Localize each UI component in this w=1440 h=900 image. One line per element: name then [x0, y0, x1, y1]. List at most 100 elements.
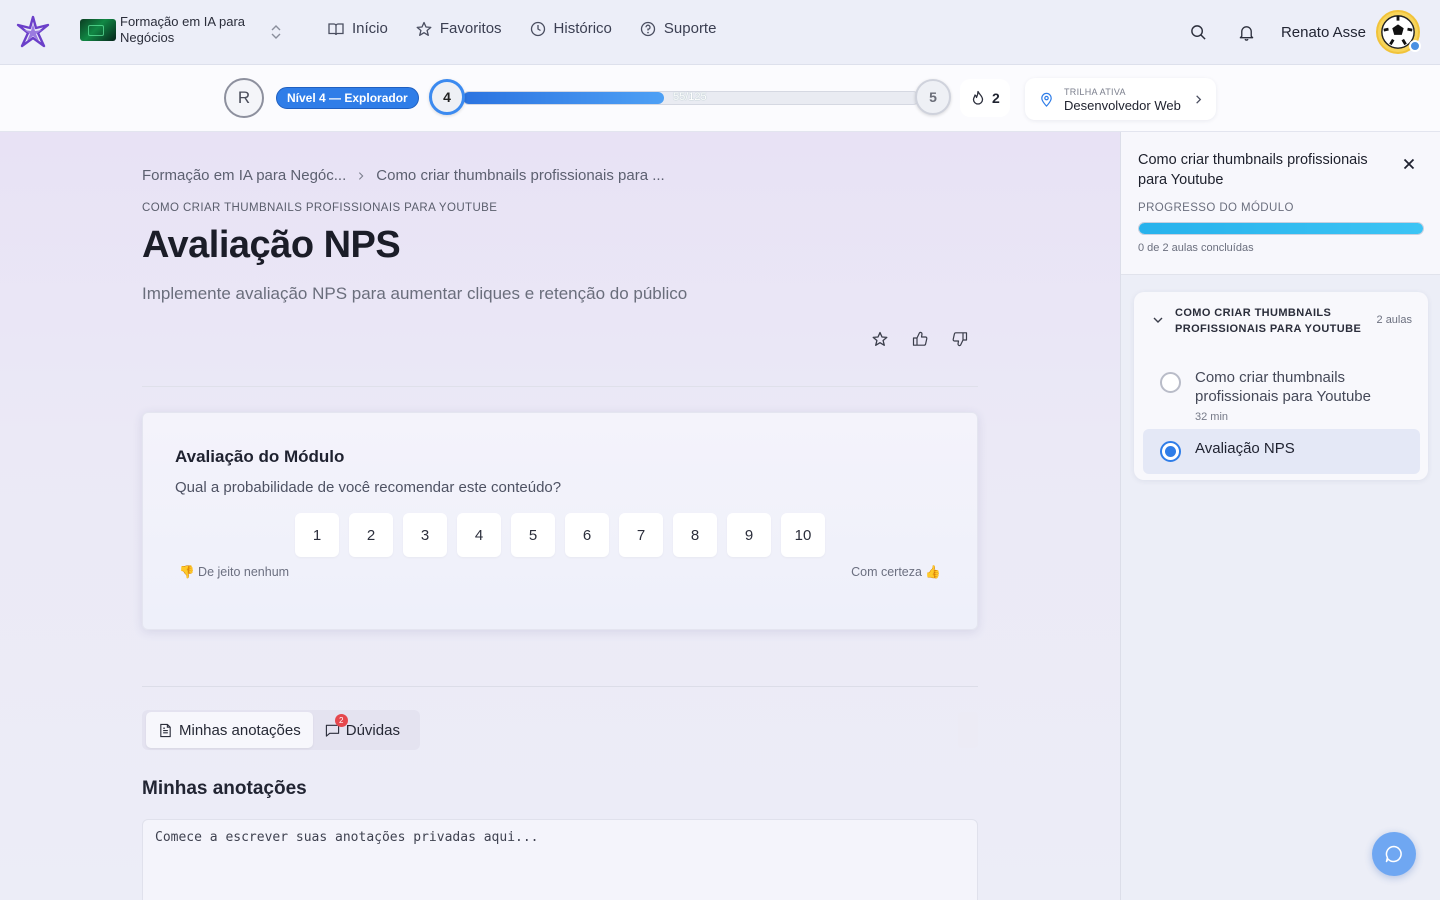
module-progress-fill: [1139, 223, 1423, 234]
nps-score-button[interactable]: 6: [565, 513, 609, 557]
page-subtitle: Implemente avaliação NPS para aumentar c…: [142, 284, 688, 303]
nav-link-label: Suporte: [663, 20, 717, 37]
lesson-item-active[interactable]: Avaliação NPS: [1143, 429, 1420, 474]
nps-score-button[interactable]: 10: [781, 513, 825, 557]
xp-progress-text: 55/125: [673, 91, 707, 103]
breadcrumb-course[interactable]: Formação em IA para Negóc...: [142, 167, 346, 184]
course-title: Formação em IA para Negócios: [120, 14, 245, 45]
module-lesson-count: 2 aulas: [1376, 314, 1412, 326]
map-pin-icon: [1041, 92, 1052, 107]
current-level-badge: 4: [429, 79, 465, 115]
nav-link-inicio[interactable]: Início: [328, 20, 388, 37]
xp-progress-fill: [463, 92, 664, 104]
nav-link-label: Início: [352, 20, 388, 37]
search-icon[interactable]: [1185, 18, 1213, 46]
trail-label: TRILHA ATIVA: [1064, 87, 1126, 97]
lesson-content: Formação em IA para Negóc... Como criar …: [0, 132, 1120, 900]
nav-link-favoritos[interactable]: Favoritos: [416, 20, 502, 37]
nav-right-group: Renato Asse: [1185, 10, 1421, 54]
help-circle-icon: [640, 21, 656, 36]
tabs-scroll-edge: [958, 712, 978, 748]
thumbs-down-icon[interactable]: [950, 329, 970, 349]
notes-textarea[interactable]: [142, 819, 978, 900]
module-progress-bar: [1138, 222, 1424, 235]
section-divider: [142, 386, 978, 387]
active-trail-card[interactable]: TRILHA ATIVA Desenvolvedor Web: [1025, 78, 1216, 120]
module-accordion-header[interactable]: COMO CRIAR THUMBNAILS PROFISSIONAIS PARA…: [1134, 292, 1428, 348]
lesson-duration: 32 min: [1195, 411, 1229, 423]
chevron-down-icon: [1153, 317, 1163, 323]
breadcrumb-module[interactable]: Como criar thumbnails profissionais para…: [376, 167, 664, 184]
tab-label: Dúvidas: [345, 721, 400, 739]
tab-label: Minhas anotações: [179, 721, 301, 739]
xp-progress-bar: 55/125: [462, 91, 920, 105]
nav-link-label: Histórico: [553, 20, 612, 37]
flame-icon: [972, 90, 984, 105]
nps-scale: 1 2 3 4 5 6 7 8 9 10: [295, 513, 825, 557]
brand-logo-icon[interactable]: [16, 15, 50, 49]
user-name[interactable]: Renato Asse: [1281, 24, 1366, 41]
level-badge: Nível 4 — Explorador: [276, 87, 419, 109]
tab-questions[interactable]: 2 Dúvidas: [313, 712, 412, 748]
nps-score-button[interactable]: 7: [619, 513, 663, 557]
breadcrumb: Formação em IA para Negóc... Como criar …: [142, 167, 665, 184]
star-icon: [416, 21, 432, 36]
lesson-name: Como criar thumbnails profissionais para…: [1195, 369, 1371, 405]
file-text-icon: [160, 723, 171, 737]
nps-score-button[interactable]: 3: [403, 513, 447, 557]
module-progress-text: 0 de 2 aulas concluídas: [1138, 242, 1254, 254]
module-progress-label: PROGRESSO DO MÓDULO: [1138, 202, 1294, 214]
nps-title: Avaliação do Módulo: [175, 447, 345, 466]
page-title: Avaliação NPS: [142, 224, 401, 266]
close-icon[interactable]: [1401, 156, 1417, 172]
nps-low-label: 👎 De jeito nenhum: [179, 565, 290, 579]
lesson-actions: [870, 329, 970, 349]
notes-tabs: Minhas anotações 2 Dúvidas: [142, 710, 978, 750]
chevron-right-icon: [1196, 94, 1202, 104]
nps-score-button[interactable]: 8: [673, 513, 717, 557]
module-accordion: COMO CRIAR THUMBNAILS PROFISSIONAIS PARA…: [1134, 292, 1428, 480]
nps-question: Qual a probabilidade de você recomendar …: [175, 479, 562, 496]
nav-link-label: Favoritos: [439, 20, 502, 37]
nav-link-historico[interactable]: Histórico: [530, 20, 612, 37]
streak-counter[interactable]: 2: [960, 79, 1010, 117]
nps-score-button[interactable]: 5: [511, 513, 555, 557]
next-level-badge: 5: [915, 79, 951, 115]
lesson-status-circle: [1160, 441, 1181, 462]
notes-heading: Minhas anotações: [142, 778, 307, 799]
lesson-name: Avaliação NPS: [1195, 440, 1295, 457]
questions-count-badge: 2: [334, 714, 348, 727]
thumbs-up-icon[interactable]: [910, 329, 930, 349]
gamification-bar: R Nível 4 — Explorador 55/125 4 5 2 TRIL…: [0, 65, 1440, 132]
module-overline: COMO CRIAR THUMBNAILS PROFISSIONAIS PARA…: [142, 202, 498, 214]
nps-score-button[interactable]: 1: [295, 513, 339, 557]
tab-notes[interactable]: Minhas anotações: [146, 712, 313, 748]
main-nav: Início Favoritos Histórico Suporte: [328, 20, 716, 37]
nps-score-button[interactable]: 2: [349, 513, 393, 557]
section-divider: [142, 686, 978, 687]
nps-card: Avaliação do Módulo Qual a probabilidade…: [142, 412, 978, 630]
course-switcher[interactable]: Formação em IA para Negócios: [80, 14, 260, 46]
trail-value: Desenvolvedor Web: [1064, 98, 1181, 113]
book-open-icon: [328, 22, 344, 35]
nps-score-button[interactable]: 4: [457, 513, 501, 557]
profile-initial-avatar[interactable]: R: [224, 78, 264, 118]
chevron-right-icon: [359, 171, 364, 180]
nps-high-label: Com certeza 👍: [851, 565, 941, 579]
chevron-up-down-icon[interactable]: [268, 22, 284, 42]
module-sidebar: Como criar thumbnails profissionais para…: [1120, 132, 1440, 900]
lesson-status-circle: [1160, 372, 1181, 393]
nps-score-button[interactable]: 9: [727, 513, 771, 557]
bell-icon[interactable]: [1233, 18, 1261, 46]
module-title: COMO CRIAR THUMBNAILS PROFISSIONAIS PARA…: [1175, 307, 1362, 335]
top-navbar: Formação em IA para Negócios Início Favo…: [0, 0, 1440, 65]
online-status-dot: [1409, 40, 1421, 52]
course-thumbnail: [80, 19, 116, 41]
streak-count: 2: [992, 90, 1000, 106]
nav-link-suporte[interactable]: Suporte: [640, 20, 717, 37]
favorite-star-icon[interactable]: [870, 329, 890, 349]
lesson-item[interactable]: Como criar thumbnails profissionais para…: [1143, 362, 1420, 434]
sidebar-title: Como criar thumbnails profissionais para…: [1138, 152, 1368, 188]
user-avatar[interactable]: [1376, 10, 1421, 54]
chat-bubble-icon[interactable]: [1372, 832, 1416, 876]
